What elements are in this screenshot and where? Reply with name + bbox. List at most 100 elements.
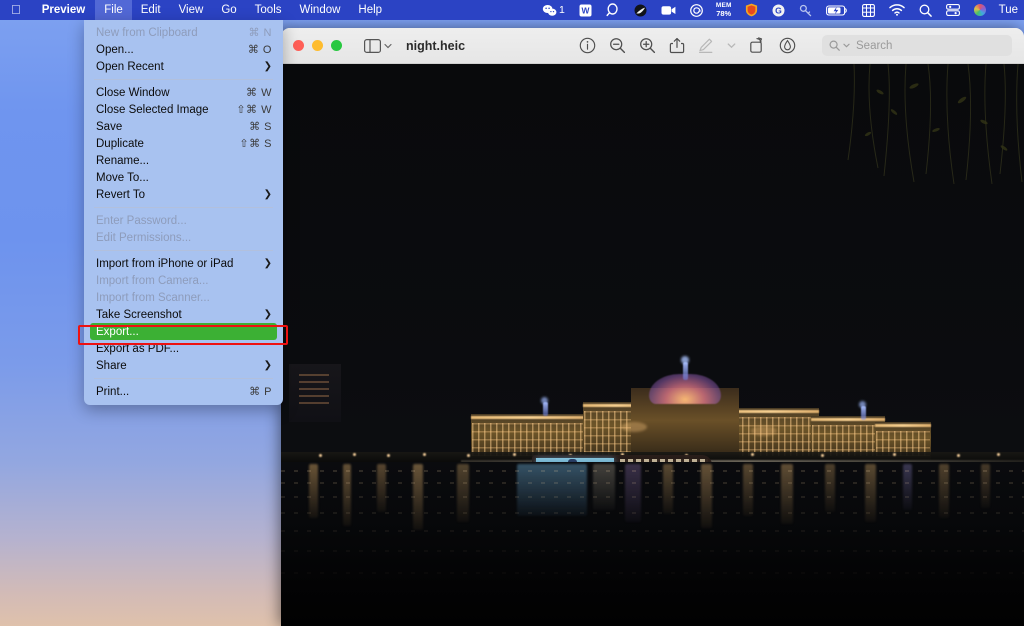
document-title: night.heic	[406, 39, 465, 53]
info-icon[interactable]	[579, 37, 596, 54]
menu-item-label: Duplicate	[96, 138, 239, 150]
right-spire	[861, 406, 866, 420]
magnifier-app-icon[interactable]	[599, 0, 627, 20]
zoom-window-button[interactable]	[331, 40, 342, 51]
spiral-app-icon[interactable]	[683, 0, 710, 20]
calendar-grid-icon[interactable]	[855, 0, 882, 20]
spotlight-search-icon[interactable]	[912, 0, 939, 20]
wifi-icon[interactable]	[882, 0, 912, 20]
menu-item-open[interactable]: Open...⌘ O	[84, 41, 283, 58]
menu-bar-app-menus:  Preview File Edit View Go Tools Window…	[0, 0, 391, 20]
chevron-down-icon[interactable]	[727, 42, 736, 49]
menu-item-label: Save	[96, 121, 249, 133]
window-toolbar: Search	[579, 35, 1012, 56]
traffic-lights	[293, 40, 342, 51]
chevron-right-icon: ❯	[264, 61, 272, 72]
sidebar-toggle-icon	[364, 39, 381, 53]
menu-view[interactable]: View	[170, 0, 213, 20]
menu-item-label: Revert To	[96, 189, 264, 201]
annotate-icon[interactable]	[779, 37, 796, 54]
share-icon[interactable]	[669, 37, 685, 54]
menu-item-revert-to[interactable]: Revert To❯	[84, 186, 283, 203]
chevron-down-icon	[384, 43, 392, 49]
chevron-right-icon: ❯	[264, 309, 272, 320]
menu-separator	[94, 250, 273, 251]
menu-help[interactable]: Help	[349, 0, 391, 20]
menu-item-close-selected-image[interactable]: Close Selected Image⇧⌘ W	[84, 101, 283, 118]
menu-item-export-as-pdf[interactable]: Export as PDF...	[84, 340, 283, 357]
menu-tools[interactable]: Tools	[246, 0, 291, 20]
chevron-right-icon: ❯	[264, 258, 272, 269]
water-surface	[281, 462, 1024, 626]
menu-item-move-to[interactable]: Move To...	[84, 169, 283, 186]
chevron-down-icon	[843, 43, 850, 48]
menu-item-shortcut: ⇧⌘ W	[236, 103, 272, 116]
menu-item-take-screenshot[interactable]: Take Screenshot❯	[84, 306, 283, 323]
markup-pen-icon[interactable]	[698, 37, 714, 54]
menu-item-label: Import from Scanner...	[96, 292, 272, 304]
menu-item-label: Share	[96, 360, 264, 372]
menu-window[interactable]: Window	[291, 0, 350, 20]
key-icon[interactable]	[792, 0, 819, 20]
menu-item-label: Import from Camera...	[96, 275, 272, 287]
menu-go[interactable]: Go	[212, 0, 245, 20]
menu-item-new-from-clipboard: New from Clipboard⌘ N	[84, 24, 283, 41]
distant-building-left	[289, 364, 341, 422]
menu-item-enter-password: Enter Password...	[84, 212, 283, 229]
menu-item-share[interactable]: Share❯	[84, 357, 283, 374]
video-camera-icon[interactable]	[654, 0, 683, 20]
menu-item-label: Import from iPhone or iPad	[96, 258, 264, 270]
menu-item-shortcut: ⇧⌘ S	[239, 137, 272, 150]
siri-icon[interactable]	[967, 0, 993, 20]
menu-file[interactable]: File	[95, 0, 132, 20]
wechat-icon[interactable]: 1	[535, 0, 572, 20]
rotate-icon[interactable]	[749, 37, 766, 54]
left-spire	[543, 402, 548, 416]
wps-office-icon[interactable]: W	[572, 0, 599, 20]
menu-item-shortcut: ⌘ S	[249, 120, 272, 133]
menu-item-label: Rename...	[96, 155, 272, 167]
battery-charging-icon[interactable]	[819, 0, 855, 20]
menu-item-import-from-scanner: Import from Scanner...	[84, 289, 283, 306]
window-titlebar: night.heic	[281, 28, 1024, 64]
menu-edit[interactable]: Edit	[132, 0, 170, 20]
minimize-window-button[interactable]	[312, 40, 323, 51]
menu-item-export[interactable]: Export...	[90, 323, 277, 340]
search-field[interactable]: Search	[822, 35, 1012, 56]
menu-item-edit-permissions: Edit Permissions...	[84, 229, 283, 246]
control-center-icon[interactable]	[939, 0, 967, 20]
menu-separator	[94, 207, 273, 208]
dark-app-icon[interactable]	[627, 0, 654, 20]
menu-item-save[interactable]: Save⌘ S	[84, 118, 283, 135]
apple-logo-icon[interactable]: 	[0, 0, 32, 20]
menu-separator	[94, 79, 273, 80]
menu-item-shortcut: ⌘ N	[249, 26, 273, 39]
close-window-button[interactable]	[293, 40, 304, 51]
grammarly-icon[interactable]: G	[765, 0, 792, 20]
sidebar-toggle-button[interactable]	[364, 39, 392, 53]
shield-security-icon[interactable]	[738, 0, 765, 20]
menu-bar-status-items: 1 W	[535, 0, 1024, 20]
zoom-out-icon[interactable]	[609, 37, 626, 54]
menu-item-import-from-iphone-or-ipad[interactable]: Import from iPhone or iPad❯	[84, 255, 283, 272]
search-icon	[829, 40, 840, 51]
menu-item-label: Print...	[96, 386, 249, 398]
menu-item-shortcut: ⌘ P	[249, 385, 272, 398]
menu-item-open-recent[interactable]: Open Recent❯	[84, 58, 283, 75]
menu-item-duplicate[interactable]: Duplicate⇧⌘ S	[84, 135, 283, 152]
menu-item-label: Take Screenshot	[96, 309, 264, 321]
memory-usage-indicator[interactable]: MEM 78%	[710, 0, 738, 20]
menu-bar-clock[interactable]: Tue	[993, 4, 1022, 16]
menu-item-shortcut: ⌘ O	[248, 43, 272, 56]
image-canvas[interactable]	[281, 64, 1024, 626]
menu-preview[interactable]: Preview	[32, 0, 95, 20]
menu-item-rename[interactable]: Rename...	[84, 152, 283, 169]
menu-item-print[interactable]: Print...⌘ P	[84, 383, 283, 400]
svg-text:G: G	[775, 5, 782, 15]
svg-text:W: W	[581, 5, 589, 15]
search-placeholder: Search	[856, 40, 892, 52]
wechat-badge-count: 1	[557, 5, 565, 16]
menu-item-label: Export as PDF...	[96, 343, 272, 355]
menu-item-close-window[interactable]: Close Window⌘ W	[84, 84, 283, 101]
zoom-in-icon[interactable]	[639, 37, 656, 54]
